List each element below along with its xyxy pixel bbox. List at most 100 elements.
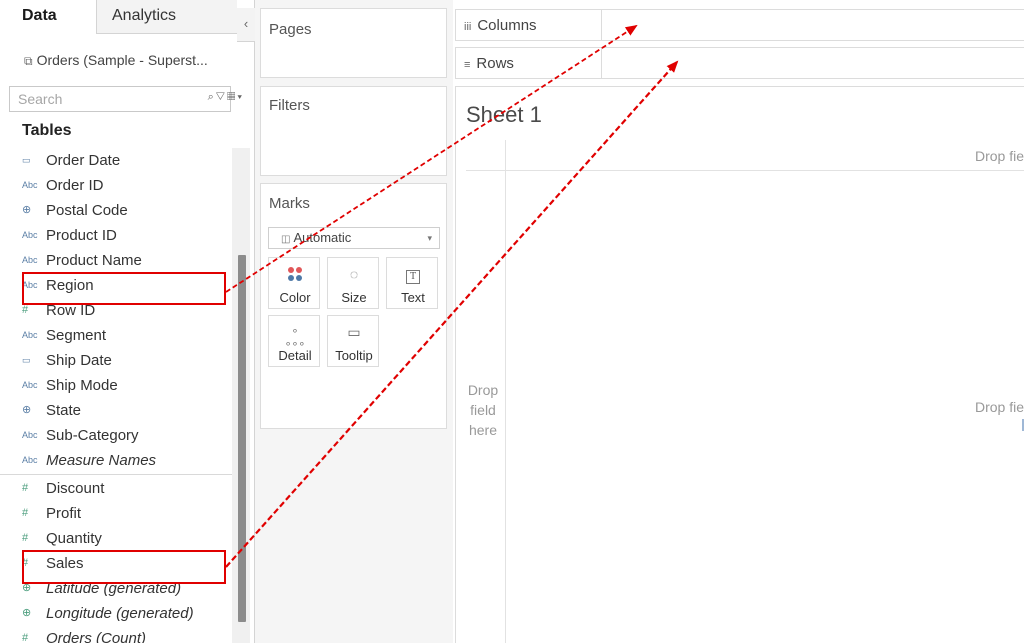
mark-type-value: Automatic [293, 230, 352, 245]
color-label: Color [279, 290, 311, 305]
field-item[interactable]: ⊕ State [0, 398, 232, 423]
abc-icon: Abc [22, 380, 38, 390]
tables-heading: Tables [22, 122, 72, 139]
size-button[interactable]: ◌ Size [327, 257, 379, 309]
data-pane: Data Analytics ‹ ⧉ Orders (Sample - Super… [0, 0, 255, 643]
field-item[interactable]: # Profit [0, 501, 232, 526]
color-icon [288, 267, 302, 281]
field-item[interactable]: Abc Segment [0, 323, 232, 348]
field-item[interactable]: # Discount [0, 476, 232, 501]
field-item[interactable]: ▭ Order Date [0, 148, 232, 173]
field-item[interactable]: # Orders (Count) [0, 626, 232, 643]
search-input[interactable] [10, 87, 170, 111]
field-item[interactable]: ⊕ Longitude (generated) [0, 601, 232, 626]
detail-icon: ∘ ∘∘∘ [284, 325, 306, 350]
search-box: ⌕▽▦▾ [9, 86, 242, 112]
drop-field-main-hint[interactable]: Drop fie [975, 399, 1024, 415]
field-item[interactable]: Abc Ship Mode [0, 373, 232, 398]
color-button[interactable]: Color [268, 257, 320, 309]
field-name: Quantity [46, 530, 102, 547]
region-highlight-box [22, 272, 226, 305]
field-name: Measure Names [46, 452, 157, 469]
field-name: Product ID [46, 227, 117, 244]
text-icon: T [406, 270, 420, 284]
search-tools: ⌕▽▦▾ [208, 91, 244, 104]
marks-title: Marks [269, 195, 310, 212]
chevron-down-icon: ▾ [427, 233, 432, 243]
cards-area: Pages Filters Marks ◫ Automatic ▾ Color ◌… [255, 0, 453, 643]
tab-data[interactable]: Data [0, 0, 97, 34]
field-name: Ship Mode [46, 377, 118, 394]
filters-title: Filters [269, 97, 310, 114]
columns-text: Columns [477, 17, 537, 34]
calendar-icon: ▭ [22, 355, 31, 365]
field-item[interactable]: ⊕ Postal Code [0, 198, 232, 223]
size-icon: ◌ [349, 266, 359, 282]
text-button[interactable]: T Text [386, 257, 438, 309]
columns-label: iii Columns [464, 17, 537, 34]
abc-icon: Abc [22, 230, 38, 240]
columns-shelf[interactable]: iii Columns [455, 9, 1024, 41]
field-item[interactable]: Abc Sub-Category [0, 423, 232, 448]
view-options-icon[interactable]: ▦▾ [227, 91, 244, 103]
calendar-icon: ▭ [22, 155, 31, 165]
field-name: Order Date [46, 152, 121, 169]
hash-icon: # [22, 482, 29, 494]
pages-title: Pages [269, 21, 312, 38]
field-item[interactable]: # Quantity [0, 526, 232, 551]
shelf-separator [601, 10, 602, 40]
tooltip-icon: ▭ [347, 324, 361, 340]
field-item[interactable]: Abc Product ID [0, 223, 232, 248]
datasource-name: Orders (Sample - Superst... [36, 52, 208, 68]
sheet-title[interactable]: Sheet 1 [466, 102, 542, 128]
globe-icon: ⊕ [22, 404, 32, 416]
columns-icon: iii [464, 21, 472, 33]
hash-icon: # [22, 532, 29, 544]
field-name: Discount [46, 480, 105, 497]
filters-card[interactable]: Filters [260, 86, 447, 176]
field-item[interactable]: Abc Product Name [0, 248, 232, 273]
shelf-separator [601, 48, 602, 78]
rows-text: Rows [476, 55, 514, 72]
abc-icon: Abc [22, 455, 38, 465]
globe-icon: ⊕ [22, 607, 32, 619]
abc-icon: Abc [22, 180, 38, 190]
pages-card[interactable]: Pages [260, 8, 447, 78]
detail-label: Detail [278, 348, 312, 363]
datasource-icon: ⧉ [24, 54, 33, 68]
mark-type-dropdown[interactable]: ◫ Automatic ▾ [268, 227, 440, 249]
collapse-pane-button[interactable]: ‹ [237, 8, 255, 42]
rows-label: ≡ Rows [464, 55, 514, 72]
automatic-icon: ◫ [281, 234, 291, 245]
field-name: Segment [46, 327, 107, 344]
field-name: Order ID [46, 177, 104, 194]
field-name: Sub-Category [46, 427, 139, 444]
field-item[interactable]: Abc Order ID [0, 173, 232, 198]
tooltip-button[interactable]: ▭ Tooltip [327, 315, 379, 367]
field-name: Product Name [46, 252, 142, 269]
field-name: Orders (Count) [46, 630, 147, 643]
field-name: Longitude (generated) [46, 605, 194, 622]
drop-field-columns-hint[interactable]: Drop fie [975, 148, 1024, 164]
tab-analytics[interactable]: Analytics [97, 0, 237, 34]
field-name: Ship Date [46, 352, 112, 369]
tooltip-label: Tooltip [335, 348, 373, 363]
field-item[interactable]: ▭ Ship Date [0, 348, 232, 373]
measures-divider [0, 474, 232, 475]
marks-card: Marks ◫ Automatic ▾ Color ◌ Size T Text ∘… [260, 183, 447, 429]
field-item[interactable]: Abc Measure Names [0, 448, 232, 473]
rows-icon: ≡ [464, 59, 471, 71]
scrollbar-thumb[interactable] [238, 255, 246, 622]
datasource-selector[interactable]: ⧉ Orders (Sample - Superst... [0, 42, 255, 78]
abc-icon: Abc [22, 330, 38, 340]
row-header-divider [505, 140, 506, 643]
hash-icon: # [22, 507, 29, 519]
rows-shelf[interactable]: ≡ Rows [455, 47, 1024, 79]
column-header-divider [466, 170, 1024, 171]
globe-icon: ⊕ [22, 204, 32, 216]
drop-field-rows-hint[interactable]: Drop field here [466, 380, 500, 440]
detail-button[interactable]: ∘ ∘∘∘ Detail [268, 315, 320, 367]
filter-icon[interactable]: ▽ [216, 91, 227, 103]
field-name: State [46, 402, 82, 419]
search-icon[interactable]: ⌕ [208, 91, 216, 103]
